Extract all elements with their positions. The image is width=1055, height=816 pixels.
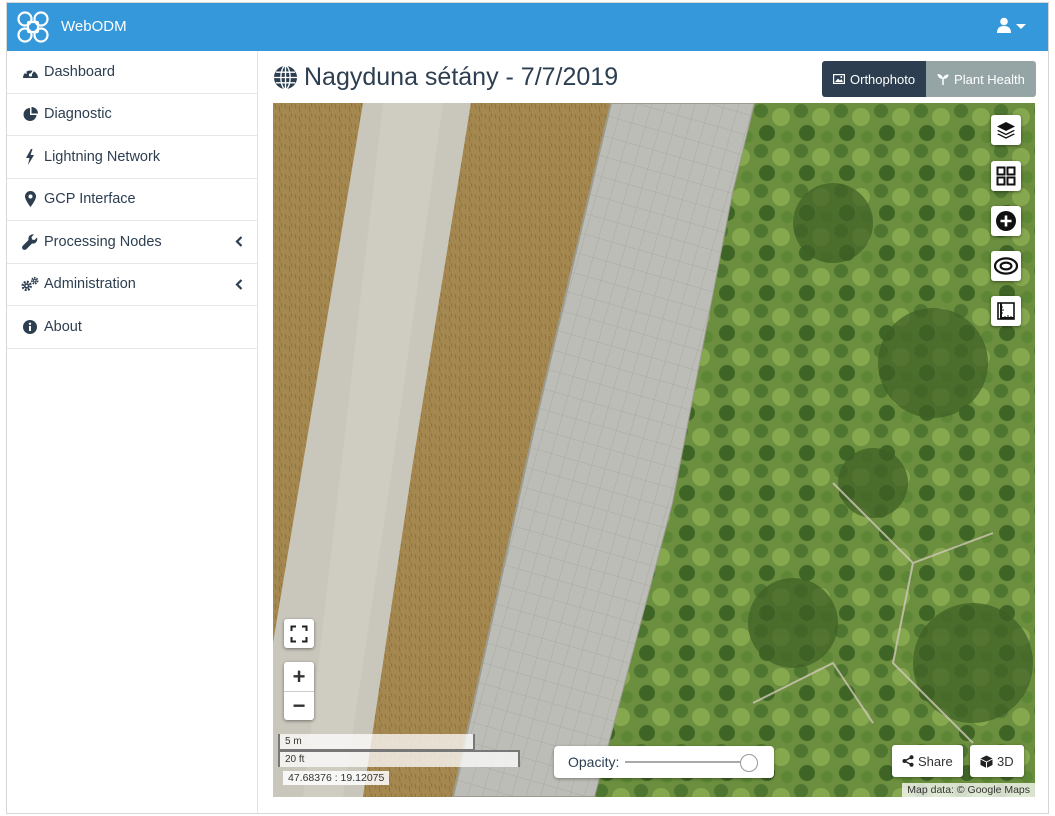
ruler-icon xyxy=(997,302,1015,320)
ring-button[interactable] xyxy=(991,251,1021,281)
scale-bar: 5 m 20 ft xyxy=(278,734,520,767)
pie-chart-icon xyxy=(21,105,39,123)
view-toggle: Orthophoto Plant Health xyxy=(822,61,1036,97)
orthophoto-label: Orthophoto xyxy=(850,71,916,87)
bolt-icon xyxy=(21,148,39,166)
webodm-logo-icon[interactable] xyxy=(15,9,51,45)
image-icon xyxy=(833,74,845,84)
sidebar-item-label: Dashboard xyxy=(44,63,115,80)
orthophoto-imagery xyxy=(273,103,1035,797)
scale-imperial: 20 ft xyxy=(278,750,520,767)
measure-button[interactable] xyxy=(991,296,1021,326)
sidebar-item-label: About xyxy=(44,318,82,335)
dashboard-icon xyxy=(21,63,39,81)
sidebar-item-processing-nodes[interactable]: Processing Nodes xyxy=(7,221,257,264)
plant-health-label: Plant Health xyxy=(954,71,1025,87)
sidebar-item-label: Lightning Network xyxy=(44,148,161,165)
3d-label: 3D xyxy=(997,753,1014,769)
sidebar-item-about[interactable]: About xyxy=(7,306,257,349)
zoom-out-button[interactable]: − xyxy=(284,691,314,720)
map-attribution: Map data: © Google Maps xyxy=(902,783,1035,797)
page-header: Nagyduna sétány - 7/7/2019 xyxy=(273,63,618,92)
share-label: Share xyxy=(918,753,953,769)
sidebar-item-dashboard[interactable]: Dashboard xyxy=(7,51,257,94)
zoom-in-button[interactable]: + xyxy=(284,662,314,691)
add-button[interactable] xyxy=(991,206,1021,236)
sidebar-item-label: Processing Nodes xyxy=(44,233,162,250)
scale-metric: 5 m xyxy=(278,734,475,751)
user-menu-button[interactable] xyxy=(996,17,1026,33)
zoom-control: + − xyxy=(284,662,314,720)
grid-button[interactable] xyxy=(991,161,1021,191)
user-icon xyxy=(997,17,1011,33)
opacity-slider[interactable] xyxy=(625,754,758,772)
globe-icon xyxy=(273,65,298,90)
cogs-icon xyxy=(21,275,39,293)
wrench-icon xyxy=(21,233,39,251)
map-view[interactable]: + − 5 m 20 ft 47.68376 : 19.12075 Opacit… xyxy=(273,103,1035,797)
caret-down-icon xyxy=(1016,23,1026,29)
opacity-label: Opacity: xyxy=(568,754,620,770)
grid-icon xyxy=(996,166,1016,186)
page-title: Nagyduna sétány - 7/7/2019 xyxy=(304,63,619,91)
fullscreen-icon xyxy=(290,625,308,642)
opacity-control: Opacity: xyxy=(554,746,774,778)
3d-view-button[interactable]: 3D xyxy=(970,745,1024,777)
sidebar-item-lightning-network[interactable]: Lightning Network xyxy=(7,136,257,179)
chevron-left-icon xyxy=(235,236,243,247)
app-window: WebODM Dashboard Diagnostic Lightning Ne… xyxy=(6,2,1049,814)
sidebar-item-label: Administration xyxy=(44,276,136,293)
top-navbar: WebODM xyxy=(7,3,1048,51)
orthophoto-button[interactable]: Orthophoto xyxy=(822,61,927,97)
fullscreen-button[interactable] xyxy=(284,619,314,648)
sidebar: Dashboard Diagnostic Lightning Network G… xyxy=(7,51,258,813)
share-icon xyxy=(902,755,914,767)
cube-icon xyxy=(980,755,993,768)
cursor-coordinates: 47.68376 : 19.12075 xyxy=(283,771,390,785)
ring-icon xyxy=(994,257,1018,275)
opacity-slider-thumb[interactable] xyxy=(739,754,758,772)
seedling-icon xyxy=(937,74,949,85)
layers-button[interactable] xyxy=(991,115,1021,145)
sidebar-item-diagnostic[interactable]: Diagnostic xyxy=(7,94,257,136)
info-icon xyxy=(21,318,39,336)
layers-icon xyxy=(997,122,1015,139)
share-button[interactable]: Share xyxy=(892,745,963,777)
map-marker-icon xyxy=(21,190,39,208)
sidebar-item-gcp-interface[interactable]: GCP Interface xyxy=(7,179,257,221)
plant-health-button[interactable]: Plant Health xyxy=(926,61,1036,97)
sidebar-item-administration[interactable]: Administration xyxy=(7,264,257,306)
sidebar-item-label: Diagnostic xyxy=(44,106,112,123)
sidebar-item-label: GCP Interface xyxy=(44,191,136,208)
add-circle-icon xyxy=(996,211,1016,231)
brand-name[interactable]: WebODM xyxy=(61,18,127,35)
chevron-left-icon xyxy=(235,278,243,290)
